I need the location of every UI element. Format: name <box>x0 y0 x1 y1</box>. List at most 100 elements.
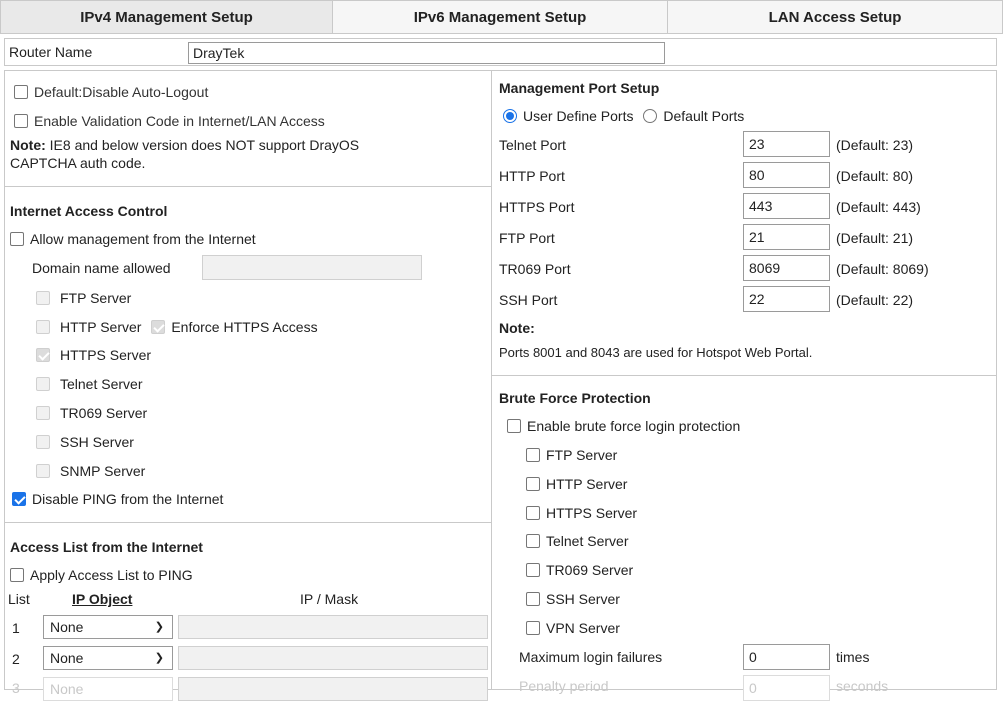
iac-http-row[interactable]: HTTP Server Enforce HTTPS Access <box>36 319 318 335</box>
bfp-telnet-checkbox[interactable] <box>526 534 540 548</box>
bfp-https-checkbox[interactable] <box>526 506 540 520</box>
ftp-port-input[interactable] <box>743 224 830 250</box>
access-row-3-object-value: None <box>50 681 84 697</box>
router-name-input[interactable] <box>188 42 665 64</box>
iac-tr069-row[interactable]: TR069 Server <box>36 405 147 421</box>
bfp-tr069-checkbox[interactable] <box>526 563 540 577</box>
disable-autologout-checkbox[interactable] <box>14 85 28 99</box>
col-list-header: List <box>8 591 30 607</box>
tab-bar: IPv4 Management Setup IPv6 Management Se… <box>0 0 1003 34</box>
iac-telnet-label: Telnet Server <box>60 376 143 392</box>
http-port-label: HTTP Port <box>499 168 565 184</box>
iac-http-checkbox[interactable] <box>36 320 50 334</box>
http-port-input[interactable] <box>743 162 830 188</box>
iac-ftp-row[interactable]: FTP Server <box>36 290 131 306</box>
bfp-ssh-row[interactable]: SSH Server <box>526 591 620 607</box>
https-port-input[interactable] <box>743 193 830 219</box>
brute-force-title: Brute Force Protection <box>499 390 651 406</box>
default-ports-label: Default Ports <box>663 108 745 124</box>
bfp-ftp-checkbox[interactable] <box>526 448 540 462</box>
iac-telnet-checkbox[interactable] <box>36 377 50 391</box>
access-row-3-ip-mask-input[interactable] <box>178 677 488 701</box>
tr069-port-input[interactable] <box>743 255 830 281</box>
apply-access-list-label: Apply Access List to PING <box>30 567 193 583</box>
enable-bfp-row[interactable]: Enable brute force login protection <box>507 418 740 434</box>
domain-name-input[interactable] <box>202 255 422 280</box>
user-define-ports-radio[interactable] <box>503 109 517 123</box>
iac-snmp-label: SNMP Server <box>60 463 146 479</box>
disable-ping-checkbox[interactable] <box>12 492 26 506</box>
col-ip-object-header[interactable]: IP Object <box>72 591 132 607</box>
iac-ssh-label: SSH Server <box>60 434 134 450</box>
management-port-setup-title: Management Port Setup <box>499 80 660 96</box>
ie8-note-text-1: IE8 and below version does NOT support D… <box>45 137 360 153</box>
iac-https-row[interactable]: HTTPS Server <box>36 347 151 363</box>
access-row-1-object-value: None <box>50 619 84 635</box>
allow-mgmt-label: Allow management from the Internet <box>30 231 256 247</box>
port-mode-radios: User Define Ports Default Ports <box>503 108 744 124</box>
max-failures-input[interactable] <box>743 644 830 670</box>
iac-ftp-label: FTP Server <box>60 290 132 306</box>
bfp-https-row[interactable]: HTTPS Server <box>526 505 637 521</box>
allow-mgmt-row[interactable]: Allow management from the Internet <box>10 231 256 247</box>
router-name-label: Router Name <box>9 44 93 60</box>
iac-ftp-checkbox[interactable] <box>36 291 50 305</box>
bfp-telnet-row[interactable]: Telnet Server <box>526 533 628 549</box>
access-row-1-index: 1 <box>12 620 20 636</box>
access-row-1-object-select[interactable]: None ❯ <box>43 615 173 639</box>
bfp-ssh-label: SSH Server <box>546 591 620 607</box>
bfp-ssh-checkbox[interactable] <box>526 592 540 606</box>
access-row-2-object-select[interactable]: None ❯ <box>43 646 173 670</box>
validation-code-label: Enable Validation Code in Internet/LAN A… <box>34 113 325 129</box>
ssh-port-input[interactable] <box>743 286 830 312</box>
enable-bfp-checkbox[interactable] <box>507 419 521 433</box>
bfp-ftp-row[interactable]: FTP Server <box>526 447 617 463</box>
penalty-unit: seconds <box>836 678 889 694</box>
ftp-port-default: (Default: 21) <box>836 230 914 246</box>
iac-tr069-checkbox[interactable] <box>36 406 50 420</box>
iac-https-label: HTTPS Server <box>60 347 152 363</box>
ssh-port-label: SSH Port <box>499 292 558 308</box>
iac-snmp-checkbox[interactable] <box>36 464 50 478</box>
bfp-http-row[interactable]: HTTP Server <box>526 476 627 492</box>
validation-code-checkbox[interactable] <box>14 114 28 128</box>
access-row-1-ip-mask-input[interactable] <box>178 615 488 639</box>
tab-ipv6-management[interactable]: IPv6 Management Setup <box>333 0 668 34</box>
tab-lan-access[interactable]: LAN Access Setup <box>668 0 1003 34</box>
iac-ssh-row[interactable]: SSH Server <box>36 434 134 450</box>
enforce-https-checkbox[interactable] <box>151 320 166 334</box>
access-row-2-object-value: None <box>50 650 84 666</box>
allow-mgmt-checkbox[interactable] <box>10 232 24 246</box>
telnet-port-label: Telnet Port <box>499 137 566 153</box>
disable-autologout-row[interactable]: Default:Disable Auto-Logout <box>14 84 208 100</box>
telnet-port-default: (Default: 23) <box>836 137 914 153</box>
disable-ping-row[interactable]: Disable PING from the Internet <box>12 491 223 507</box>
bfp-tr069-label: TR069 Server <box>546 562 634 578</box>
access-row-2-ip-mask-input[interactable] <box>178 646 488 670</box>
iac-https-checkbox[interactable] <box>36 348 50 362</box>
left-divider-1 <box>5 186 491 187</box>
domain-name-label: Domain name allowed <box>32 260 171 276</box>
iac-ssh-checkbox[interactable] <box>36 435 50 449</box>
apply-access-list-checkbox[interactable] <box>10 568 24 582</box>
penalty-input[interactable] <box>743 675 830 701</box>
https-port-label: HTTPS Port <box>499 199 575 215</box>
bfp-http-checkbox[interactable] <box>526 477 540 491</box>
bfp-tr069-row[interactable]: TR069 Server <box>526 562 633 578</box>
validation-code-row[interactable]: Enable Validation Code in Internet/LAN A… <box>14 113 325 129</box>
bfp-vpn-checkbox[interactable] <box>526 621 540 635</box>
access-row-3-object-select[interactable]: None <box>43 677 173 701</box>
chevron-down-icon: ❯ <box>154 652 164 664</box>
tab-ipv4-management[interactable]: IPv4 Management Setup <box>0 0 333 34</box>
default-ports-radio[interactable] <box>643 109 658 123</box>
telnet-port-input[interactable] <box>743 131 830 157</box>
iac-telnet-row[interactable]: Telnet Server <box>36 376 142 392</box>
bfp-vpn-row[interactable]: VPN Server <box>526 620 620 636</box>
bfp-http-label: HTTP Server <box>546 476 628 492</box>
iac-snmp-row[interactable]: SNMP Server <box>36 463 145 479</box>
disable-ping-label: Disable PING from the Internet <box>32 491 224 507</box>
bfp-telnet-label: Telnet Server <box>546 533 629 549</box>
apply-access-list-row[interactable]: Apply Access List to PING <box>10 567 193 583</box>
port-note-label: Note: <box>499 320 535 336</box>
port-note-text: Ports 8001 and 8043 are used for Hotspot… <box>499 345 813 360</box>
